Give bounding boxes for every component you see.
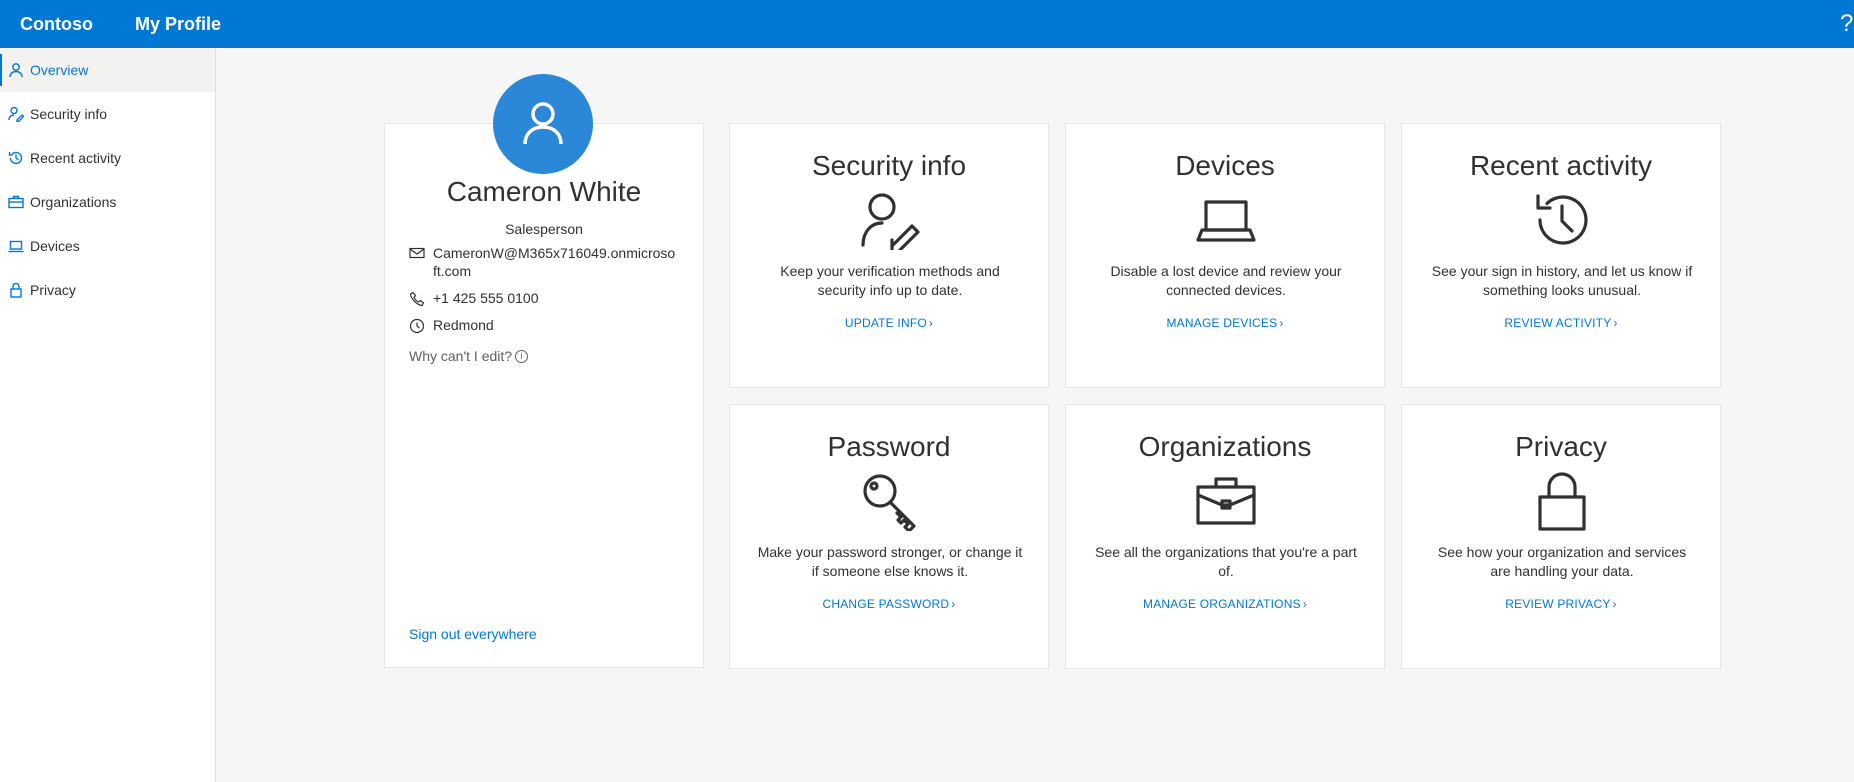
tile-description: Keep your verification methods and secur… <box>780 263 1000 298</box>
tile-title: Security info <box>811 150 967 181</box>
review-privacy-link[interactable]: REVIEW PRIVACY › <box>1402 597 1720 611</box>
review-activity-link[interactable]: REVIEW ACTIVITY › <box>1402 316 1720 330</box>
sidebar-item-organizations[interactable]: Organizations <box>0 180 215 224</box>
person-icon <box>9 63 23 78</box>
link-label: CHANGE PASSWORD <box>822 597 950 611</box>
manage-organizations-link[interactable]: MANAGE ORGANIZATIONS › <box>1066 597 1384 611</box>
sidebar-item-devices[interactable]: Devices <box>0 224 215 268</box>
tile-title: Password <box>827 431 951 462</box>
devices-tile: Devices Disable a lost device and review… <box>1065 123 1385 388</box>
briefcase-icon <box>8 195 24 209</box>
sidebar-item-label: Overview <box>30 62 89 78</box>
privacy-tile: Privacy See how your organization and se… <box>1401 404 1721 669</box>
link-label: REVIEW PRIVACY <box>1505 597 1611 611</box>
tile-title: Recent activity <box>1469 150 1653 181</box>
location-clock-icon <box>409 318 425 334</box>
link-label: MANAGE DEVICES <box>1166 316 1278 330</box>
chevron-right-icon: › <box>1279 316 1284 330</box>
sidebar-item-label: Devices <box>30 238 80 254</box>
chevron-right-icon: › <box>1612 597 1617 611</box>
lock-icon <box>10 282 22 298</box>
link-label: MANAGE ORGANIZATIONS <box>1143 597 1301 611</box>
profile-role: Salesperson <box>505 221 583 237</box>
history-icon <box>8 151 23 165</box>
why-cant-edit-text: Why can't I edit? <box>409 348 513 364</box>
chevron-right-icon: › <box>928 316 934 330</box>
top-bar: Contoso My Profile ? <box>0 0 1854 48</box>
help-icon[interactable]: ? <box>1840 10 1854 38</box>
sidebar-item-label: Security info <box>30 106 108 122</box>
sidebar: Overview Security info Recent activity O… <box>0 48 216 782</box>
person-edit-icon <box>8 106 24 122</box>
info-icon[interactable]: i <box>515 350 529 363</box>
brand-name[interactable]: Contoso <box>20 14 93 35</box>
profile-phone-text: +1 425 555 0100 <box>433 290 539 306</box>
history-icon <box>1536 194 1588 245</box>
profile-email: CameronW@M365x716049.onmicrosoft.com <box>409 244 679 280</box>
link-label: REVIEW ACTIVITY <box>1504 316 1612 330</box>
change-password-link[interactable]: CHANGE PASSWORD › <box>730 597 1048 611</box>
tile-title: Devices <box>1175 150 1275 181</box>
tile-description: See your sign in history, and let us kno… <box>1431 263 1693 298</box>
briefcase-icon <box>1196 477 1256 525</box>
tile-description: Disable a lost device and review your co… <box>1110 263 1342 298</box>
person-edit-icon <box>861 193 920 250</box>
app-title[interactable]: My Profile <box>135 14 221 35</box>
chevron-right-icon: › <box>951 597 956 611</box>
tile-description: Make your password stronger, or change i… <box>757 544 1023 579</box>
chevron-right-icon: › <box>1302 597 1307 611</box>
profile-location-text: Redmond <box>433 317 494 333</box>
tile-title: Organizations <box>1138 431 1312 462</box>
profile-name: Cameron White <box>446 176 642 207</box>
recent-activity-tile: Recent activity See your sign in history… <box>1401 123 1721 388</box>
mail-icon <box>409 247 425 259</box>
tile-description: See how your organization and services a… <box>1437 544 1687 579</box>
profile-location: Redmond <box>409 317 494 334</box>
lock-icon <box>1538 472 1586 531</box>
why-cant-edit[interactable]: Why can't I edit? i <box>409 348 529 364</box>
key-icon <box>863 474 916 531</box>
sign-out-everywhere-link[interactable]: Sign out everywhere <box>409 626 537 642</box>
profile-email-text: CameronW@M365x716049.onmicrosoft.com <box>433 245 676 279</box>
sidebar-item-security-info[interactable]: Security info <box>0 92 215 136</box>
sidebar-item-overview[interactable]: Overview <box>0 48 215 92</box>
tile-description: See all the organizations that you're a … <box>1095 544 1357 579</box>
sidebar-item-recent-activity[interactable]: Recent activity <box>0 136 215 180</box>
sidebar-item-label: Recent activity <box>30 150 122 166</box>
avatar <box>493 74 593 174</box>
manage-devices-link[interactable]: MANAGE DEVICES › <box>1066 316 1384 330</box>
chevron-right-icon: › <box>1613 316 1618 330</box>
phone-icon <box>409 291 425 307</box>
sidebar-item-privacy[interactable]: Privacy <box>0 268 215 312</box>
security-info-tile: Security info Keep your verification met… <box>729 123 1049 388</box>
link-label: UPDATE INFO <box>844 316 927 330</box>
tile-title: Privacy <box>1515 431 1607 462</box>
profile-phone: +1 425 555 0100 <box>409 290 539 307</box>
laptop-icon <box>8 240 24 253</box>
person-icon <box>523 102 563 145</box>
password-tile: Password Make your password stronger, or… <box>729 404 1049 669</box>
organizations-tile: Organizations See all the organizations … <box>1065 404 1385 669</box>
laptop-icon <box>1196 200 1256 242</box>
update-info-link[interactable]: UPDATE INFO › <box>730 316 1048 330</box>
sidebar-item-label: Organizations <box>30 194 117 210</box>
sidebar-item-label: Privacy <box>30 282 76 298</box>
